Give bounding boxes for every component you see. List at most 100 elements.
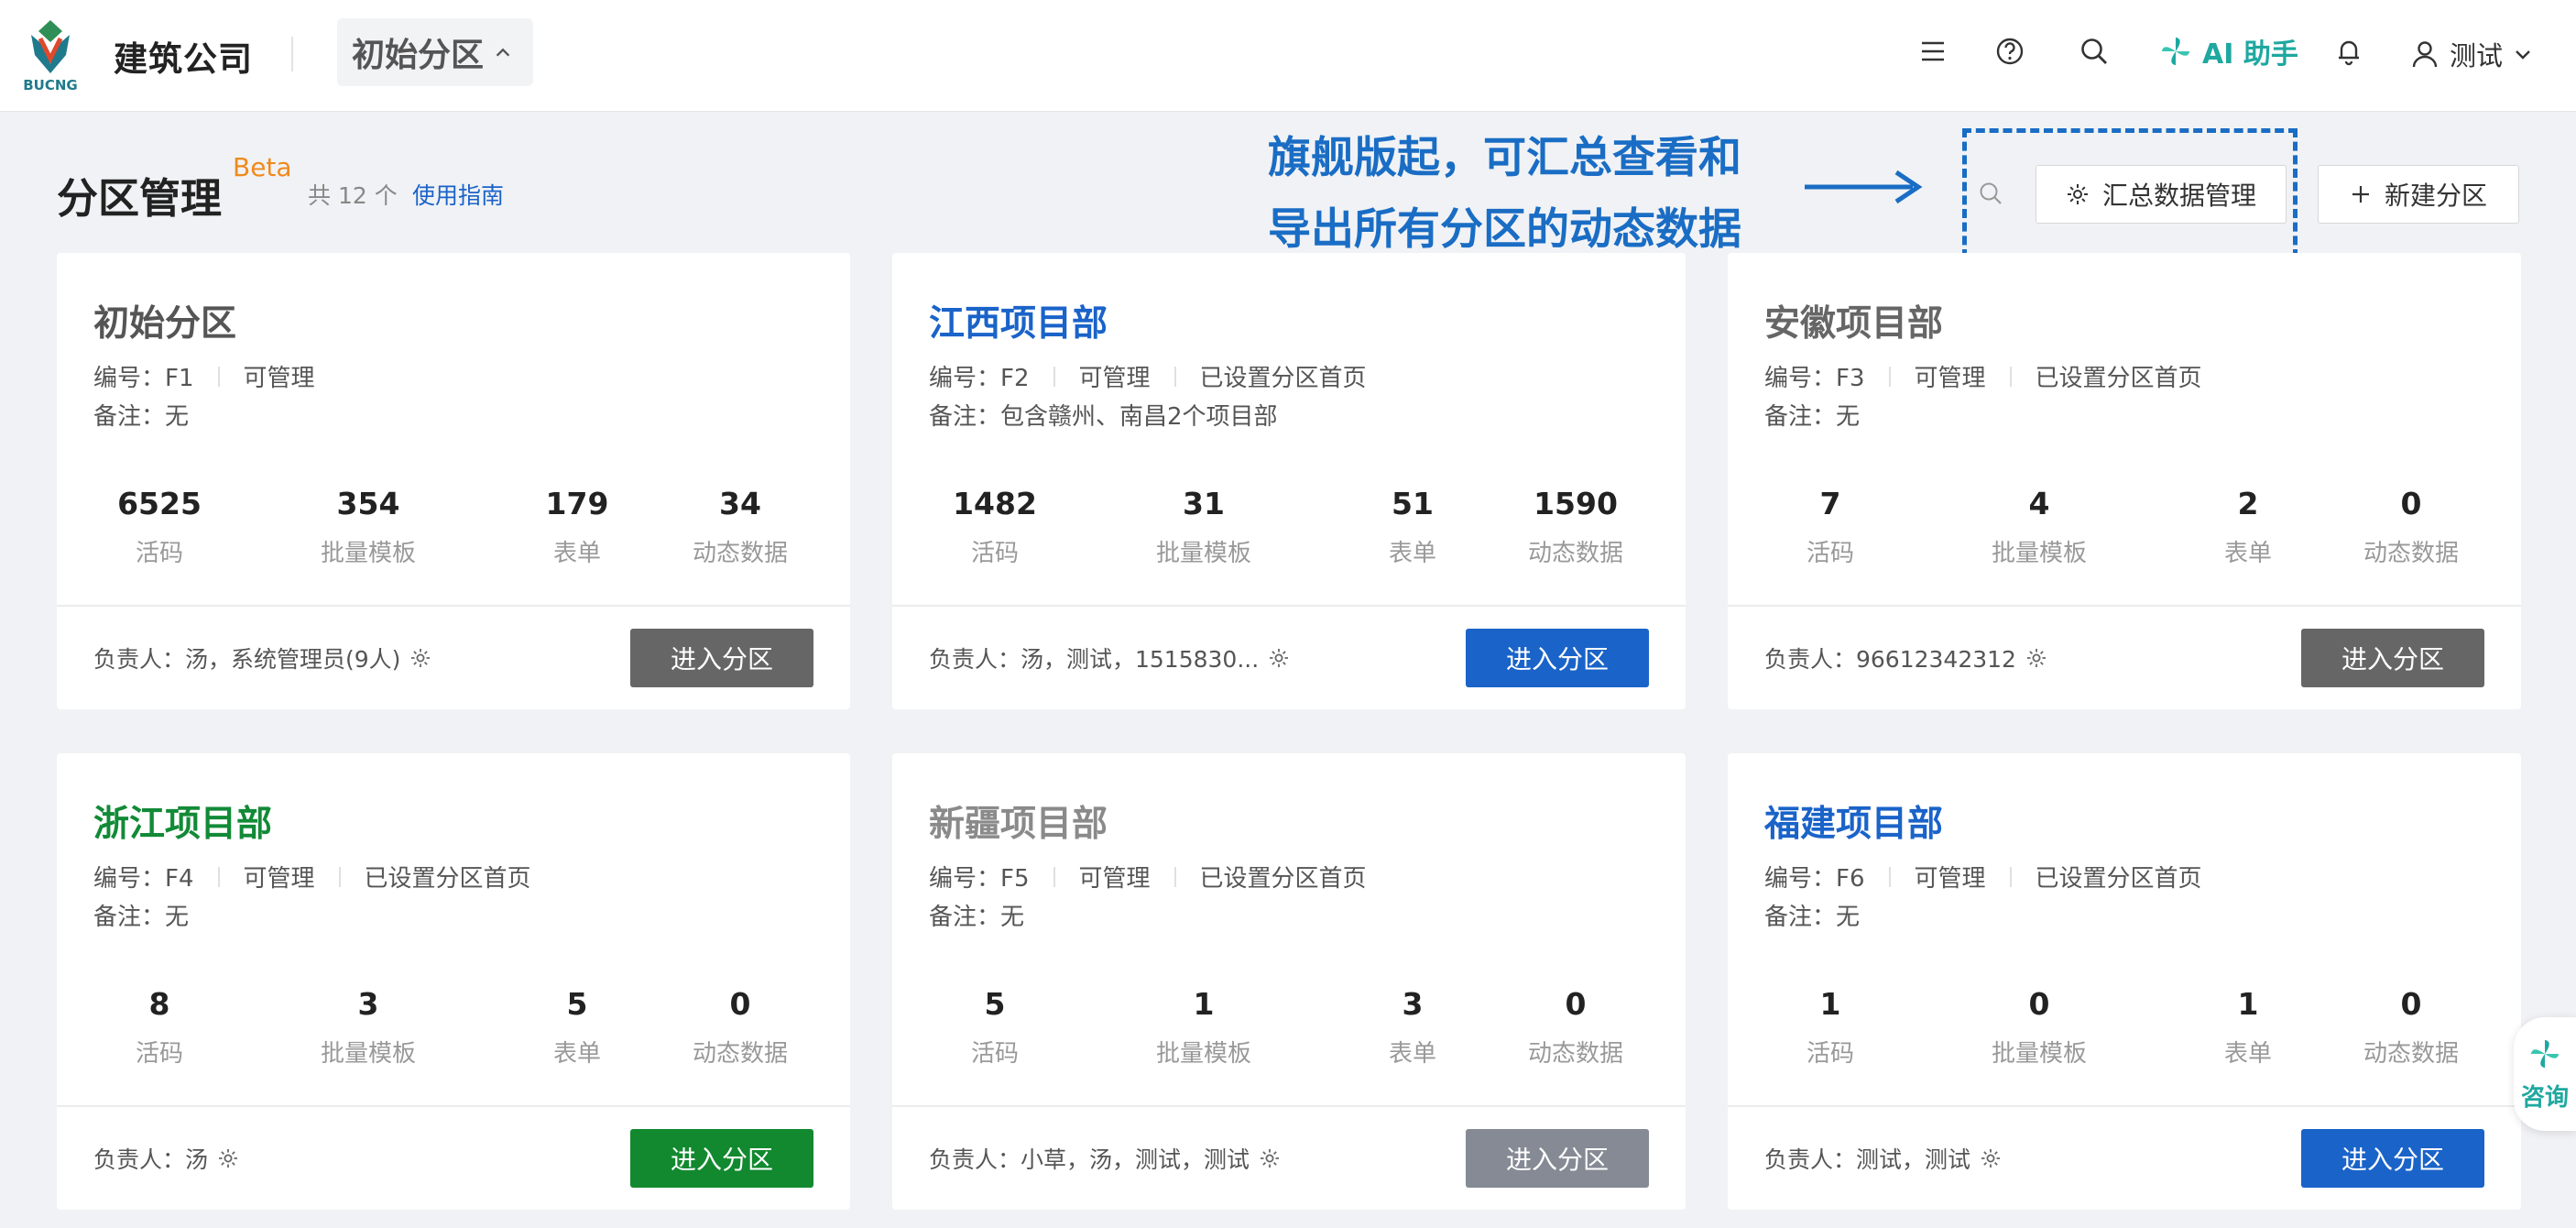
zone-meta: 编号：F2 可管理 已设置分区首页 [929,359,1367,393]
owner-settings-gear-icon[interactable] [409,647,431,669]
stat-value: 0 [2400,486,2422,521]
stat-value: 8 [148,986,170,1022]
meta-divider [1888,366,1891,387]
zone-homepage-status: 已设置分区首页 [1199,865,1367,893]
stat-dynamic-data[interactable]: 0 动态数据 [2319,486,2503,568]
meta-divider [1053,866,1055,887]
stat-dynamic-data[interactable]: 0 动态数据 [2319,986,2503,1069]
user-guide-link[interactable]: 使用指南 [412,178,504,211]
stat-value: 34 [719,486,761,521]
stat-label: 动态数据 [1527,1040,1623,1068]
stat-form[interactable]: 51 表单 [1321,486,1504,568]
stat-form[interactable]: 1 表单 [2156,986,2340,1069]
zone-name[interactable]: 初始分区 [93,295,236,346]
zone-name[interactable]: 浙江项目部 [93,795,272,847]
zone-remark: 备注：无 [1764,403,1861,431]
enter-zone-button[interactable]: 进入分区 [2301,1129,2484,1188]
stat-batch-template[interactable]: 3 批量模板 [277,986,460,1069]
stat-batch-template[interactable]: 354 批量模板 [277,486,460,568]
meta-divider [217,366,220,387]
stat-live-code[interactable]: 1 活码 [1739,986,1922,1069]
zone-name[interactable]: 江西项目部 [929,295,1108,346]
stat-batch-template[interactable]: 4 批量模板 [1948,486,2131,568]
stat-value: 1590 [1534,486,1618,521]
stat-label: 批量模板 [320,540,416,567]
stat-live-code[interactable]: 7 活码 [1739,486,1922,568]
stat-dynamic-data[interactable]: 0 动态数据 [1484,986,1667,1069]
stat-value: 51 [1392,486,1434,521]
owner-settings-gear-icon[interactable] [2025,647,2047,669]
stat-value: 31 [1183,486,1225,521]
zone-card: 江西项目部 编号：F2 可管理 已设置分区首页 备注：包含赣州、南昌2个项目部 … [892,253,1686,709]
notification-bell-icon[interactable] [2332,35,2365,68]
owner-text: 负责人：汤 [93,1146,209,1173]
stat-value: 1482 [953,486,1037,521]
zone-name[interactable]: 福建项目部 [1764,795,1943,847]
zone-code: 编号：F4 [93,865,194,893]
zone-homepage-status: 已设置分区首页 [2035,865,2202,893]
enter-zone-button[interactable]: 进入分区 [2301,629,2484,687]
top-navigation-bar: BUCNG 建筑公司 初始分区 AI 助手 测试 [0,0,2576,112]
stat-live-code[interactable]: 6525 活码 [68,486,251,568]
stat-form[interactable]: 3 表单 [1321,986,1504,1069]
zone-name[interactable]: 新疆项目部 [929,795,1108,847]
stat-form[interactable]: 2 表单 [2156,486,2340,568]
zone-remark: 备注：无 [93,403,190,431]
user-menu[interactable]: 测试 [2409,35,2534,73]
zone-owner: 负责人：小草，汤，测试，测试 [929,1142,1281,1175]
stat-dynamic-data[interactable]: 1590 动态数据 [1484,486,1667,568]
stat-form[interactable]: 5 表单 [486,986,669,1069]
zone-remark: 备注：包含赣州、南昌2个项目部 [929,403,1278,431]
enter-zone-button[interactable]: 进入分区 [1466,1129,1649,1188]
gear-icon [2067,184,2088,204]
consult-floating-button[interactable]: 咨询 [2514,1017,2576,1131]
owner-settings-gear-icon[interactable] [217,1147,239,1169]
summary-data-button[interactable]: 汇总数据管理 [2036,165,2287,224]
stat-dynamic-data[interactable]: 0 动态数据 [649,986,832,1069]
zone-permission: 可管理 [243,365,315,392]
menu-icon[interactable] [1916,35,1949,68]
stat-live-code[interactable]: 8 活码 [68,986,251,1069]
stat-value: 0 [2028,986,2050,1022]
meta-divider [338,866,341,887]
stat-batch-template[interactable]: 1 批量模板 [1112,986,1295,1069]
stat-form[interactable]: 179 表单 [486,486,669,568]
search-icon[interactable] [2078,35,2111,68]
stat-batch-template[interactable]: 31 批量模板 [1112,486,1295,568]
stat-label: 动态数据 [692,1040,788,1068]
stat-label: 表单 [2223,540,2272,567]
consult-pinwheel-icon [2530,1039,2560,1068]
ai-assistant-button[interactable]: AI 助手 [2158,31,2298,71]
stat-value: 7 [1819,486,1841,521]
enter-zone-button[interactable]: 进入分区 [630,1129,813,1188]
owner-settings-gear-icon[interactable] [1980,1147,2002,1169]
ai-pinwheel-icon [2161,37,2190,66]
stat-batch-template[interactable]: 0 批量模板 [1948,986,2131,1069]
card-divider [892,605,1686,607]
company-logo-icon[interactable]: BUCNG [20,18,81,93]
zone-search-icon[interactable] [1977,180,2004,207]
meta-divider [2009,366,2012,387]
stat-label: 批量模板 [1155,540,1251,567]
owner-settings-gear-icon[interactable] [1268,647,1290,669]
stat-dynamic-data[interactable]: 34 动态数据 [649,486,832,568]
enter-zone-button[interactable]: 进入分区 [630,629,813,687]
stat-value: 4 [2028,486,2050,521]
stat-value: 1 [1819,986,1841,1022]
zone-switcher[interactable]: 初始分区 [337,18,534,86]
zone-name[interactable]: 安徽项目部 [1764,295,1943,346]
stat-label: 表单 [552,1040,601,1068]
stat-live-code[interactable]: 5 活码 [903,986,1086,1069]
zone-card: 新疆项目部 编号：F5 可管理 已设置分区首页 备注：无 5 活码 1 批量模板… [892,753,1686,1210]
card-divider [1728,605,2521,607]
new-zone-button[interactable]: 新建分区 [2318,165,2519,224]
meta-divider [1173,366,1176,387]
ai-assistant-label: AI 助手 [2202,38,2298,71]
zone-code: 编号：F3 [1764,365,1865,392]
owner-settings-gear-icon[interactable] [1259,1147,1281,1169]
help-icon[interactable] [1993,35,2026,68]
enter-zone-button[interactable]: 进入分区 [1466,629,1649,687]
zone-meta: 编号：F6 可管理 已设置分区首页 [1764,860,2202,894]
stat-label: 批量模板 [320,1040,416,1068]
stat-live-code[interactable]: 1482 活码 [903,486,1086,568]
